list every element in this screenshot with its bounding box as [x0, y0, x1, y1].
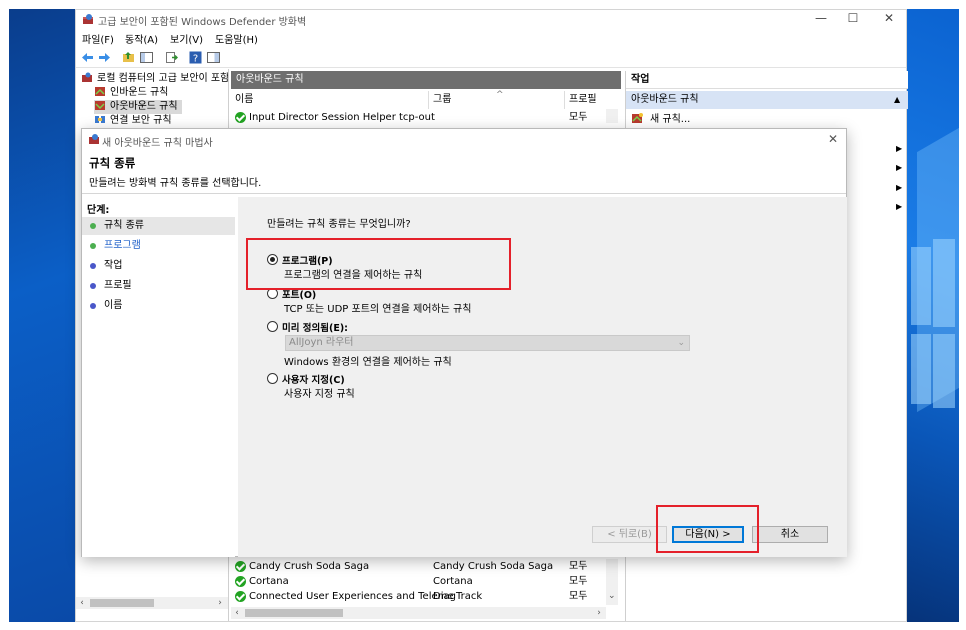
- list-vertical-scrollbar-bottom[interactable]: ⌄: [606, 559, 618, 605]
- actions-header: 작업: [626, 71, 908, 89]
- sort-ascending-icon: ^: [496, 90, 504, 100]
- collapse-up-icon[interactable]: ▲: [894, 91, 900, 109]
- column-header-name[interactable]: 이름: [231, 91, 429, 109]
- list-horizontal-scrollbar[interactable]: ‹ ›: [231, 607, 606, 619]
- svg-text:?: ?: [193, 54, 198, 65]
- table-row[interactable]: Input Director Session Helper tcp-out 모두: [231, 110, 605, 125]
- show-hide-action-pane-icon[interactable]: [206, 50, 221, 65]
- column-header-profile[interactable]: 프로필: [565, 91, 605, 109]
- menu-file[interactable]: 파일(F): [82, 31, 114, 46]
- dialog-separator: [82, 193, 846, 194]
- tree-item-inbound-rules[interactable]: 인바운드 규칙: [94, 86, 168, 100]
- dialog-title: 새 아웃바운드 규칙 마법사: [102, 138, 213, 149]
- window-titlebar: 고급 보안이 포함된 Windows Defender 방화벽 — ☐ ✕: [76, 10, 906, 28]
- step-status-icon: [90, 243, 96, 249]
- firewall-app-icon: [89, 134, 99, 144]
- submenu-arrow-icon[interactable]: ▶: [896, 163, 902, 172]
- step-status-icon: [90, 223, 96, 229]
- firewall-app-icon: [83, 14, 93, 24]
- outbound-rules-icon: [95, 101, 105, 110]
- tree-item-outbound-rules[interactable]: 아웃바운드 규칙: [94, 100, 182, 114]
- connection-security-icon: [95, 116, 105, 123]
- help-icon[interactable]: ?: [188, 50, 203, 65]
- export-list-icon[interactable]: [164, 50, 179, 65]
- cancel-button[interactable]: 취소: [752, 526, 828, 543]
- tree-root-local-computer[interactable]: 로컬 컴퓨터의 고급 보안이 포함: [81, 72, 228, 86]
- new-rule-icon: [632, 113, 643, 123]
- firewall-shield-icon: [82, 72, 92, 82]
- actions-section-outbound[interactable]: 아웃바운드 규칙 ▲: [626, 91, 908, 109]
- show-hide-tree-icon[interactable]: [139, 50, 154, 65]
- table-row[interactable]: Cortana Cortana 모두: [231, 574, 605, 589]
- dialog-heading: 규칙 종류: [89, 156, 136, 170]
- step-status-icon: [90, 303, 96, 309]
- dialog-subheading: 만들려는 방화벽 규칙 종류를 선택합니다.: [89, 178, 262, 189]
- wizard-steps: 단계: 규칙 종류 프로그램 작업 프로필 이름: [82, 197, 235, 557]
- scroll-down-icon[interactable]: ⌄: [608, 591, 616, 601]
- scroll-left-icon[interactable]: ‹: [231, 607, 243, 619]
- back-arrow-icon[interactable]: [80, 50, 95, 65]
- chevron-down-icon: ⌄: [677, 338, 685, 348]
- submenu-arrow-icon[interactable]: ▶: [896, 202, 902, 211]
- submenu-arrow-icon[interactable]: ▶: [896, 183, 902, 192]
- predefined-rule-select[interactable]: AllJoyn 라우터 ⌄: [285, 335, 690, 351]
- step-profile[interactable]: 프로필: [82, 277, 235, 295]
- list-vertical-scrollbar[interactable]: [606, 109, 618, 123]
- radio-custom[interactable]: [267, 373, 278, 384]
- maximize-button[interactable]: ☐: [838, 11, 868, 27]
- scroll-right-icon[interactable]: ›: [214, 597, 226, 609]
- desktop-wallpaper-right: [907, 9, 959, 622]
- window-title: 고급 보안이 포함된 Windows Defender 방화벽: [98, 17, 307, 28]
- menu-help[interactable]: 도움말(H): [215, 31, 258, 46]
- menu-action[interactable]: 동작(A): [125, 31, 158, 46]
- minimize-button[interactable]: —: [806, 11, 836, 27]
- menu-view[interactable]: 보기(V): [170, 31, 203, 46]
- step-action[interactable]: 작업: [82, 257, 235, 275]
- dialog-close-icon[interactable]: ✕: [826, 132, 840, 146]
- desktop-wallpaper-left: [9, 9, 75, 622]
- scroll-left-icon[interactable]: ‹: [76, 597, 88, 609]
- tree-item-connection-security-rules[interactable]: 연결 보안 규칙: [94, 114, 172, 128]
- enabled-check-icon: [235, 576, 246, 587]
- step-name[interactable]: 이름: [82, 297, 235, 315]
- enabled-check-icon: [235, 561, 246, 572]
- close-window-button[interactable]: ✕: [874, 11, 904, 27]
- back-button[interactable]: < 뒤로(B): [592, 526, 667, 543]
- toolbar: ?: [76, 47, 906, 68]
- new-outbound-rule-wizard: 새 아웃바운드 규칙 마법사 ✕ 규칙 종류 만들려는 방화벽 규칙 종류를 선…: [81, 128, 847, 557]
- rule-type-question: 만들려는 규칙 종류는 무엇입니까?: [267, 219, 411, 230]
- step-program[interactable]: 프로그램: [82, 237, 235, 255]
- steps-title: 단계:: [87, 205, 110, 216]
- radio-program[interactable]: [267, 254, 278, 265]
- enabled-check-icon: [235, 591, 246, 602]
- radio-port[interactable]: [267, 288, 278, 299]
- tree-horizontal-scrollbar[interactable]: ‹ ›: [76, 597, 228, 609]
- radio-predefined[interactable]: [267, 321, 278, 332]
- wizard-content: 만들려는 규칙 종류는 무엇입니까? 프로그램(P) 프로그램의 연결을 제어하…: [238, 197, 847, 557]
- scroll-right-icon[interactable]: ›: [593, 607, 605, 619]
- next-button[interactable]: 다음(N) >: [672, 526, 744, 543]
- step-status-icon: [90, 283, 96, 289]
- step-status-icon: [90, 263, 96, 269]
- rules-list-header: 아웃바운드 규칙: [231, 71, 621, 89]
- inbound-rules-icon: [95, 87, 105, 96]
- submenu-arrow-icon[interactable]: ▶: [896, 144, 902, 153]
- step-rule-type[interactable]: 규칙 종류: [82, 217, 235, 235]
- table-row[interactable]: Candy Crush Soda Saga Candy Crush Soda S…: [231, 559, 605, 574]
- new-rule-action[interactable]: 새 규칙...: [631, 112, 690, 128]
- up-folder-icon[interactable]: [121, 50, 136, 65]
- forward-arrow-icon[interactable]: [97, 50, 112, 65]
- enabled-check-icon: [235, 112, 246, 123]
- menu-bar: 파일(F) 동작(A) 보기(V) 도움말(H): [76, 29, 906, 46]
- table-row[interactable]: Connected User Experiences and Teleme Di…: [231, 589, 605, 604]
